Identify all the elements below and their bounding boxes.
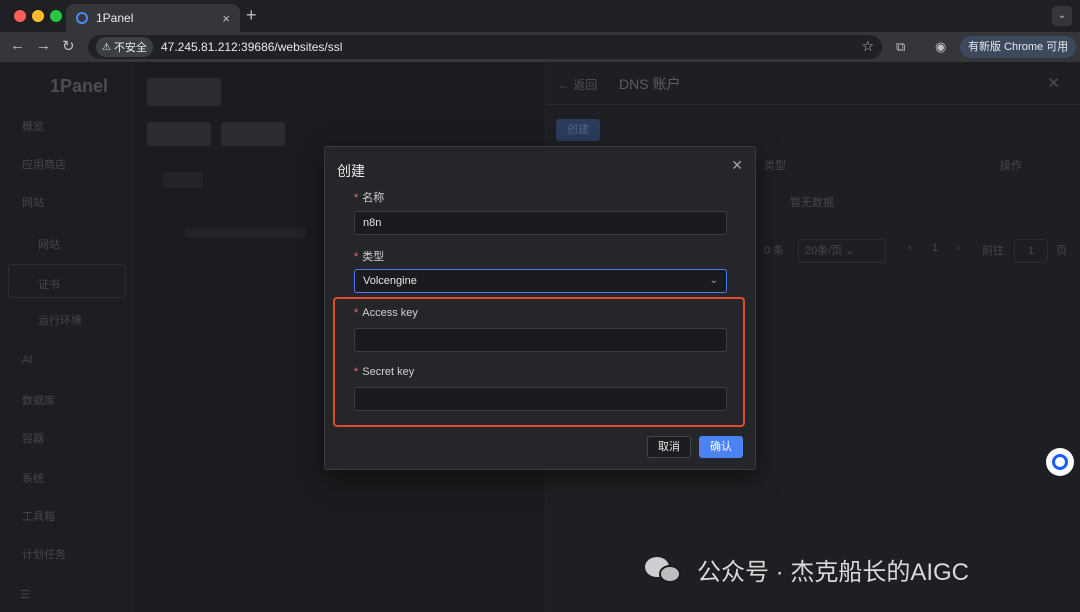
wechat-watermark: 公众号 · 杰克船长的AIGC bbox=[645, 552, 969, 587]
main-primary-block bbox=[147, 78, 221, 106]
1panel-favicon-icon bbox=[76, 12, 88, 24]
url-text[interactable]: 47.245.81.212:39686/websites/ssl bbox=[161, 40, 342, 54]
create-dns-dialog: 创建 ✕ * 名称 n8n * 类型 Volcengine ⌄ * Access ke… bbox=[324, 146, 756, 470]
access-key-label: * Access key bbox=[354, 307, 418, 319]
drawer-back-link[interactable]: ← 返回 bbox=[558, 76, 597, 93]
sidebar-item-cronjob[interactable]: 计划任务 bbox=[22, 546, 66, 562]
sidebar-item-website-sub[interactable]: 网站 bbox=[38, 236, 60, 252]
collapse-menu-icon[interactable]: ☰ bbox=[20, 588, 30, 601]
secret-key-label-text: Secret key bbox=[362, 366, 415, 378]
minimize-window-button[interactable] bbox=[32, 10, 44, 22]
warning-icon: ⚠ bbox=[102, 41, 111, 53]
sidebar-active-highlight bbox=[8, 264, 126, 298]
new-tab-button[interactable]: + bbox=[246, 5, 257, 26]
name-input[interactable]: n8n bbox=[354, 211, 727, 235]
sidebar-item-websites[interactable]: 网站 bbox=[22, 194, 44, 210]
dialog-close-icon[interactable]: ✕ bbox=[731, 157, 743, 174]
insecure-label: 不安全 bbox=[113, 42, 147, 54]
forward-arrow-icon[interactable]: → bbox=[36, 37, 51, 54]
drawer-title: DNS 账户 bbox=[619, 76, 681, 92]
required-asterisk: * bbox=[354, 251, 359, 263]
prev-page-icon[interactable]: ‹ bbox=[908, 242, 912, 254]
secret-key-input[interactable] bbox=[354, 387, 727, 411]
next-page-icon[interactable]: › bbox=[956, 242, 960, 254]
name-label-text: 名称 bbox=[362, 192, 385, 204]
sidebar-item-toolbox[interactable]: 工具箱 bbox=[22, 508, 55, 524]
page-size-value: 20条/页 bbox=[805, 245, 843, 257]
type-select[interactable]: Volcengine ⌄ bbox=[354, 269, 727, 293]
page-size-select[interactable]: 20条/页 ⌄ bbox=[798, 239, 886, 263]
drawer-back-label: 返回 bbox=[573, 78, 598, 92]
column-header-action: 操作 bbox=[1000, 160, 1022, 172]
assistant-ring-icon bbox=[1052, 454, 1068, 470]
type-label-text: 类型 bbox=[362, 251, 385, 263]
goto-page-input[interactable]: 1 bbox=[1014, 239, 1048, 263]
reload-icon[interactable]: ↻ bbox=[62, 37, 75, 55]
maximize-window-button[interactable] bbox=[50, 10, 62, 22]
main-heading-block bbox=[163, 172, 203, 188]
bookmark-star-icon[interactable]: ☆ bbox=[861, 38, 874, 55]
security-chip[interactable]: ⚠ 不安全 bbox=[96, 37, 153, 57]
page-unit: 页 bbox=[1056, 245, 1067, 257]
extensions-icon[interactable]: ⧉ bbox=[896, 39, 905, 55]
sidebar-item-database[interactable]: 数据库 bbox=[22, 392, 55, 408]
sidebar-item-ai[interactable]: AI bbox=[22, 354, 32, 366]
dialog-title: 创建 bbox=[337, 163, 365, 179]
required-asterisk: * bbox=[354, 366, 359, 378]
main-tab-block-1 bbox=[147, 122, 211, 146]
empty-state-text: 暂无数据 bbox=[790, 197, 834, 209]
sidebar-item-appstore[interactable]: 应用商店 bbox=[22, 156, 66, 172]
assistant-float-button[interactable] bbox=[1046, 448, 1074, 476]
sidebar-item-overview[interactable]: 概览 bbox=[22, 118, 44, 134]
goto-label: 前往 bbox=[982, 245, 1004, 257]
current-page[interactable]: 1 bbox=[932, 242, 938, 254]
app-logo: 1Panel bbox=[50, 76, 109, 96]
chevron-down-icon: ⌄ bbox=[709, 275, 718, 286]
menu-kebab-icon[interactable]: ⋮ bbox=[1056, 38, 1070, 55]
profile-icon[interactable]: ◉ bbox=[935, 39, 946, 55]
sidebar-item-runtime[interactable]: 运行环境 bbox=[38, 312, 82, 328]
required-asterisk: * bbox=[354, 192, 359, 204]
sidebar-item-ssl[interactable]: 证书 bbox=[38, 276, 60, 292]
pager-total: 0 条 bbox=[764, 245, 785, 257]
sidebar-item-system[interactable]: 系统 bbox=[22, 470, 44, 486]
browser-tab[interactable]: 1Panel × bbox=[66, 4, 240, 32]
drawer-divider bbox=[546, 104, 1080, 105]
tab-close-icon[interactable]: × bbox=[222, 11, 230, 26]
drawer-close-icon[interactable]: ✕ bbox=[1047, 74, 1060, 92]
sidebar: 1Panel 概览 应用商店 网站 网站 证书 运行环境 AI 数据库 容器 系… bbox=[0, 62, 135, 612]
secret-key-label: * Secret key bbox=[354, 366, 414, 378]
type-label: * 类型 bbox=[354, 248, 384, 264]
tab-title: 1Panel bbox=[96, 11, 134, 25]
drawer-create-button[interactable]: 创建 bbox=[556, 119, 600, 141]
watermark-text: 公众号 · 杰克船长的AIGC bbox=[697, 559, 970, 586]
required-asterisk: * bbox=[354, 307, 359, 319]
type-select-value: Volcengine bbox=[363, 275, 417, 287]
confirm-button[interactable]: 确认 bbox=[699, 436, 743, 458]
access-key-input[interactable] bbox=[354, 328, 727, 352]
browser-tabstrip: 1Panel × + ⌄ bbox=[0, 0, 1080, 32]
sidebar-item-container[interactable]: 容器 bbox=[22, 430, 44, 446]
wechat-logo-icon bbox=[645, 555, 683, 585]
cancel-button[interactable]: 取消 bbox=[647, 436, 691, 458]
tab-search-button[interactable]: ⌄ bbox=[1052, 6, 1072, 26]
column-header-type: 类型 bbox=[764, 160, 786, 172]
main-row-block bbox=[185, 228, 305, 238]
back-arrow-icon[interactable]: ← bbox=[10, 37, 25, 54]
access-key-label-text: Access key bbox=[362, 307, 418, 319]
name-label: * 名称 bbox=[354, 189, 384, 205]
close-window-button[interactable] bbox=[14, 10, 26, 22]
main-tab-block-2 bbox=[221, 122, 285, 146]
browser-toolbar: ← → ↻ ⚠ 不安全 47.245.81.212:39686/websites… bbox=[0, 32, 1080, 62]
address-bar[interactable]: ⚠ 不安全 47.245.81.212:39686/websites/ssl ☆ bbox=[88, 35, 882, 59]
